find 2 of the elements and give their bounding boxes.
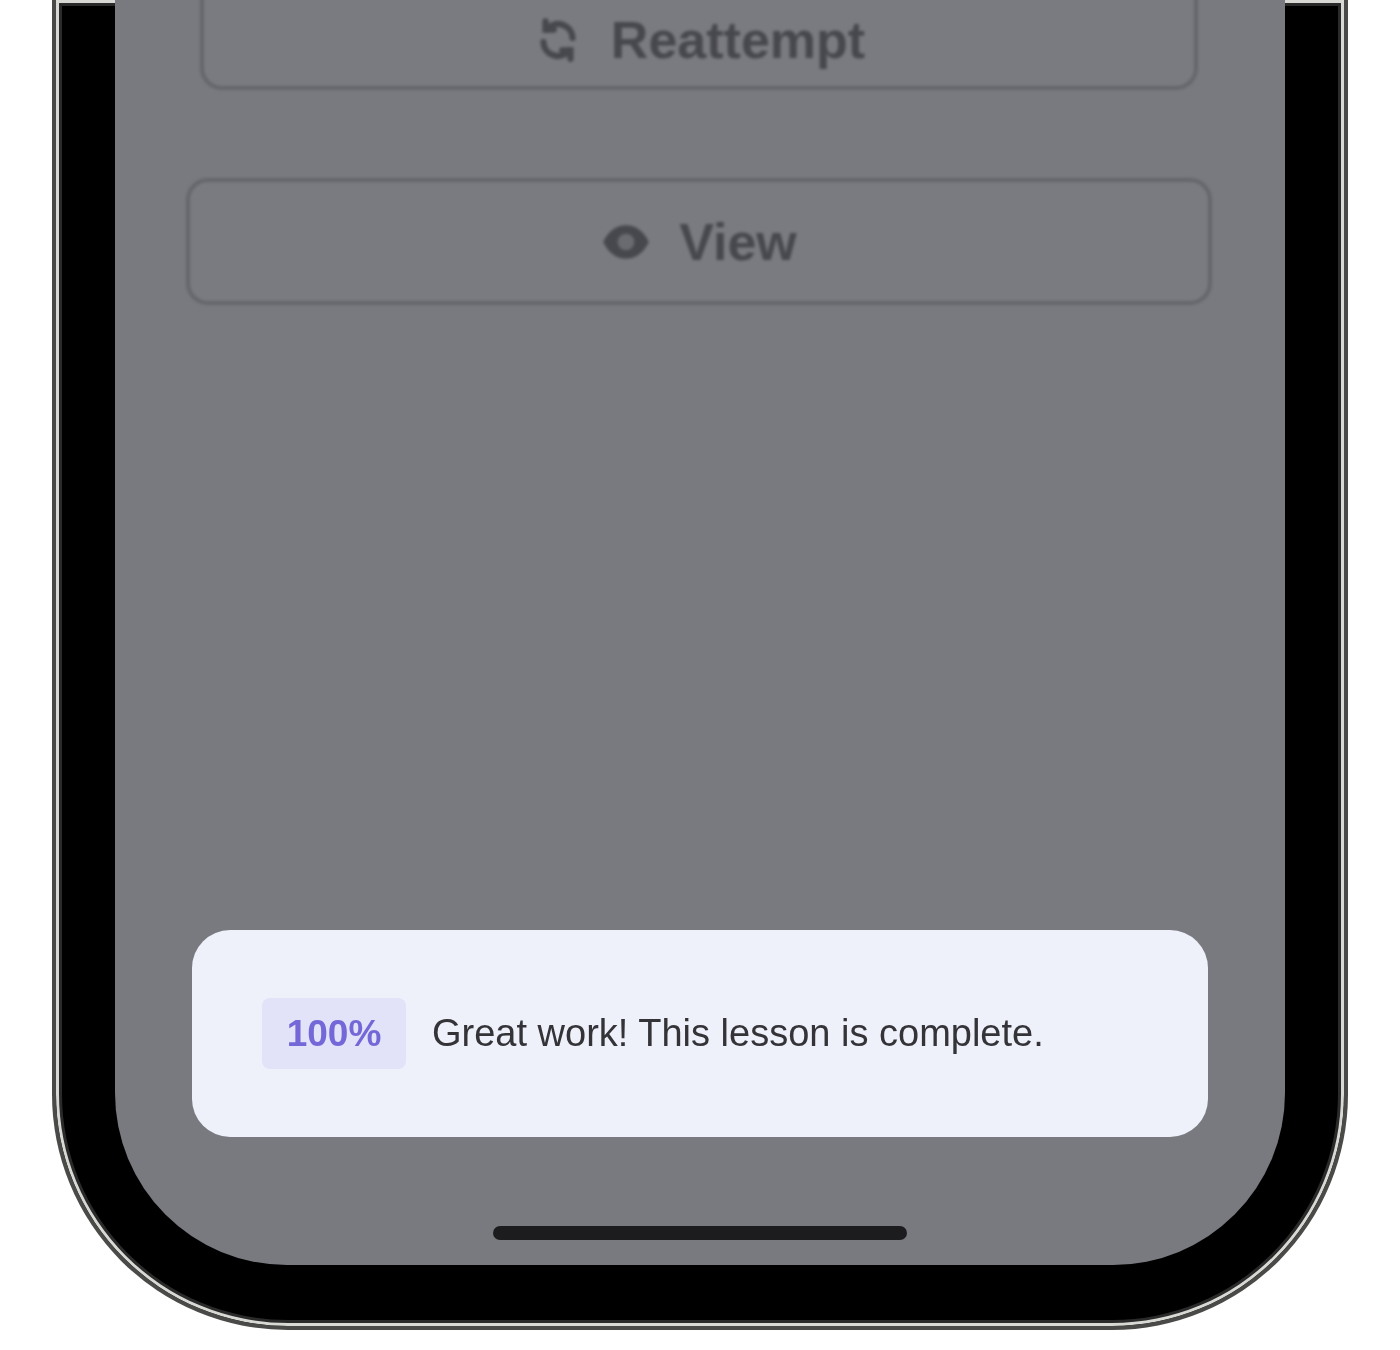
percent-badge: 100%	[262, 998, 406, 1069]
toast-message: Great work! This lesson is complete.	[432, 1012, 1044, 1055]
